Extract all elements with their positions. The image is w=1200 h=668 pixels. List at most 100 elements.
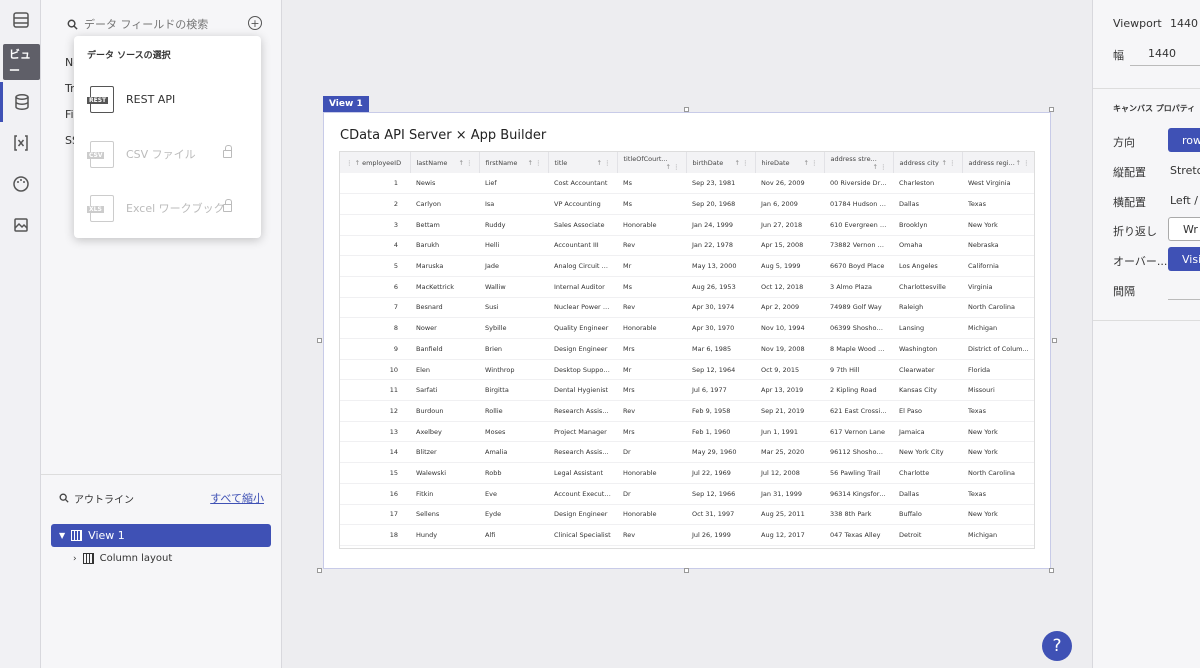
sort-icon[interactable]: ↑ ⋮ bbox=[803, 159, 817, 167]
grid-cell[interactable]: Quality Engineer bbox=[548, 317, 617, 339]
grid-cell[interactable]: Apr 30, 1970 bbox=[686, 317, 755, 339]
grid-cell[interactable]: Winthrop bbox=[479, 359, 548, 381]
table-row[interactable]: 6 MacKettrick Walliw Internal Auditor Ms Aug … bbox=[340, 276, 1034, 298]
sort-icon[interactable]: ↑ ⋮ bbox=[734, 159, 748, 167]
sort-icon[interactable]: ↑ ⋮ bbox=[872, 163, 886, 171]
grid-column-header[interactable]: ⋮ ↑ employeeID bbox=[340, 152, 411, 173]
grid-cell[interactable]: Nov 10, 1994 bbox=[755, 317, 824, 339]
sort-icon[interactable]: ↑ ⋮ bbox=[596, 159, 610, 167]
grid-cell[interactable]: 9 7th Hill bbox=[824, 359, 893, 381]
grid-cell[interactable]: Honorable bbox=[617, 214, 686, 236]
grid-cell[interactable]: Rollie bbox=[479, 400, 548, 422]
grid-cell[interactable]: Aug 5, 1999 bbox=[755, 255, 824, 277]
grid-cell[interactable]: 00 Riverside Drive bbox=[824, 173, 893, 195]
grid-cell[interactable]: New York bbox=[962, 421, 1034, 443]
grid-cell[interactable]: Mrs bbox=[617, 379, 686, 402]
table-row[interactable]: 1 Newis Lief Cost Accountant Ms Sep 23, 1981 N… bbox=[340, 173, 1034, 195]
grid-cell[interactable]: Barukh bbox=[410, 235, 479, 257]
grid-cell[interactable]: Elen bbox=[410, 359, 479, 381]
grid-cell[interactable]: Texas bbox=[962, 193, 1034, 215]
grid-cell[interactable]: Sep 20, 1968 bbox=[686, 193, 755, 215]
grid-cell[interactable]: El Paso bbox=[893, 400, 962, 422]
grid-cell[interactable]: District of Colum... bbox=[962, 338, 1034, 360]
grid-cell[interactable]: May 13, 2000 bbox=[686, 255, 755, 277]
table-row[interactable]: 16 Fitkin Eve Account Executive Dr Sep 12, 19… bbox=[340, 483, 1034, 505]
grid-cell[interactable]: Cost Accountant bbox=[548, 173, 617, 195]
grid-cell[interactable]: Robb bbox=[479, 462, 548, 484]
grid-cell[interactable]: Walliw bbox=[479, 276, 548, 298]
grid-cell[interactable]: West Virginia bbox=[962, 173, 1034, 195]
tree-item-column-layout[interactable]: › Column layout bbox=[73, 553, 172, 564]
datasource-rest-api[interactable]: REST REST API bbox=[87, 84, 250, 114]
horizontal-align-select[interactable]: Left / f bbox=[1170, 194, 1200, 207]
grid-cell[interactable]: Internal Auditor bbox=[548, 276, 617, 298]
grid-cell[interactable]: New York bbox=[962, 214, 1034, 236]
grid-cell[interactable]: 10 bbox=[340, 359, 410, 381]
grid-cell[interactable]: 7 bbox=[340, 297, 410, 319]
grid-cell[interactable]: Aug 12, 2017 bbox=[755, 524, 824, 546]
components-icon[interactable] bbox=[0, 0, 41, 40]
grid-cell[interactable]: 6670 Boyd Place bbox=[824, 255, 893, 277]
grid-cell[interactable]: Missouri bbox=[962, 379, 1034, 402]
grid-column-header[interactable]: firstName ↑ ⋮ bbox=[479, 152, 549, 173]
chevron-down-icon[interactable]: ▼ bbox=[59, 531, 65, 540]
grid-cell[interactable]: Raleigh bbox=[893, 297, 962, 319]
table-row[interactable]: 11 Sarfati Birgitta Dental Hygienist Mrs Jul … bbox=[340, 379, 1034, 402]
grid-cell[interactable]: Ruddy bbox=[479, 214, 548, 236]
grid-cell[interactable]: Oct 9, 2015 bbox=[755, 359, 824, 381]
grid-cell[interactable]: Aug 25, 2011 bbox=[755, 504, 824, 526]
grid-cell[interactable]: Jan 22, 1978 bbox=[686, 235, 755, 257]
grid-cell[interactable]: Jun 1, 1991 bbox=[755, 421, 824, 443]
grid-cell[interactable]: Mr bbox=[617, 359, 686, 381]
grid-cell[interactable]: Carlyon bbox=[410, 193, 479, 215]
grid-cell[interactable]: Accountant III bbox=[548, 235, 617, 257]
grid-cell[interactable]: Detroit bbox=[893, 524, 962, 546]
grid-cell[interactable]: California bbox=[962, 255, 1034, 277]
grid-cell[interactable]: Design Engineer bbox=[548, 338, 617, 360]
grid-cell[interactable]: 96314 Kingsford... bbox=[824, 483, 893, 505]
grid-cell[interactable]: 01784 Hudson T... bbox=[824, 193, 893, 215]
grid-cell[interactable]: 6 bbox=[340, 276, 410, 298]
grid-cell[interactable]: Michigan bbox=[962, 524, 1034, 546]
grid-cell[interactable]: Research Assista... bbox=[548, 400, 617, 422]
table-row[interactable]: 10 Elen Winthrop Desktop Support... Mr Sep 12… bbox=[340, 359, 1034, 381]
grid-cell[interactable]: 06399 Shoshone... bbox=[824, 317, 893, 339]
grid-cell[interactable]: Besnard bbox=[410, 297, 479, 319]
grid-cell[interactable]: Rev bbox=[617, 524, 686, 546]
grid-cell[interactable]: Ms bbox=[617, 173, 686, 195]
grid-cell[interactable]: Brien bbox=[479, 338, 548, 360]
grid-cell[interactable]: Jul 22, 1969 bbox=[686, 462, 755, 484]
grid-cell[interactable]: Mrs bbox=[617, 421, 686, 443]
grid-cell[interactable]: Mr bbox=[617, 255, 686, 277]
grid-cell[interactable]: 3 bbox=[340, 214, 410, 236]
grid-cell[interactable]: Ms bbox=[617, 193, 686, 215]
grid-cell[interactable]: Los Angeles bbox=[893, 255, 962, 277]
grid-cell[interactable]: Nov 26, 2009 bbox=[755, 173, 824, 195]
grid-cell[interactable]: Buffalo bbox=[893, 504, 962, 526]
grid-cell[interactable]: 4 bbox=[340, 235, 410, 257]
grid-cell[interactable]: Clinical Specialist bbox=[548, 524, 617, 546]
grid-cell[interactable]: Honorable bbox=[617, 504, 686, 526]
grid-cell[interactable]: 3 Almo Plaza bbox=[824, 276, 893, 298]
table-row[interactable]: 15 Walewski Robb Legal Assistant Honorable Ju… bbox=[340, 462, 1034, 484]
grid-cell[interactable]: Project Manager bbox=[548, 421, 617, 443]
grid-cell[interactable]: Jun 27, 2018 bbox=[755, 214, 824, 236]
table-row[interactable]: 3 Bettam Ruddy Sales Associate Honorable Jan … bbox=[340, 214, 1034, 236]
grid-cell[interactable]: 2 Kipling Road bbox=[824, 379, 893, 402]
grid-cell[interactable]: 617 Vernon Lane bbox=[824, 421, 893, 443]
grid-cell[interactable]: Kansas City bbox=[893, 379, 962, 402]
grid-cell[interactable]: Feb 1, 1960 bbox=[686, 421, 755, 443]
database-icon[interactable] bbox=[0, 82, 41, 122]
table-row[interactable]: 8 Nower Sybille Quality Engineer Honorable Ap… bbox=[340, 317, 1034, 339]
grid-cell[interactable]: Lief bbox=[479, 173, 548, 195]
grid-cell[interactable]: Omaha bbox=[893, 235, 962, 257]
grid-cell[interactable]: Lansing bbox=[893, 317, 962, 339]
grid-cell[interactable]: Sep 12, 1964 bbox=[686, 359, 755, 381]
grid-cell[interactable]: Sybille bbox=[479, 317, 548, 339]
grid-cell[interactable]: North Carolina bbox=[962, 462, 1034, 484]
grid-cell[interactable]: Helli bbox=[479, 235, 548, 257]
resize-handle[interactable] bbox=[684, 568, 689, 573]
grid-cell[interactable]: Dr bbox=[617, 441, 686, 464]
resize-handle[interactable] bbox=[317, 338, 322, 343]
grid-cell[interactable]: Sep 21, 2019 bbox=[755, 400, 824, 422]
